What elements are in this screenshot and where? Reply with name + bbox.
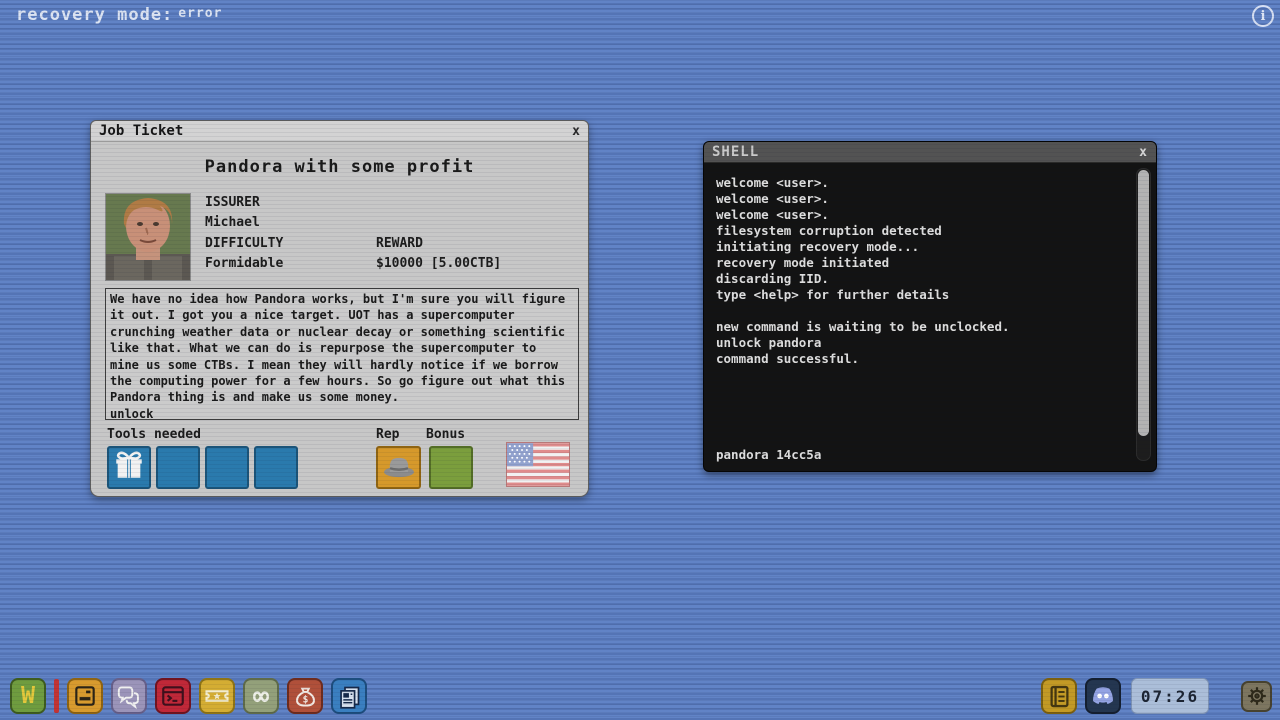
- gear-icon: [1245, 684, 1269, 708]
- shell-line: filesystem corruption detected: [716, 223, 1144, 239]
- job-description-box: We have no idea how Pandora works, but I…: [105, 288, 579, 420]
- news-app-button[interactable]: [331, 678, 367, 714]
- shell-line: welcome <user>.: [716, 207, 1144, 223]
- gift-icon: [112, 448, 146, 482]
- shell-scrollbar-thumb[interactable]: [1138, 170, 1149, 436]
- tool-slot-2: [156, 446, 200, 489]
- missions-app-button[interactable]: [199, 678, 235, 714]
- bonus-slot: [429, 446, 473, 489]
- bonus-label: Bonus: [426, 427, 465, 442]
- shell-line: [716, 303, 1144, 319]
- shell-line: type <help> for further details: [716, 287, 1144, 303]
- svg-text:$: $: [302, 694, 308, 705]
- notebook-app-button[interactable]: [1041, 678, 1077, 714]
- money-app-button[interactable]: $: [287, 678, 323, 714]
- avatar: [106, 194, 190, 280]
- clock-display: 07:26: [1131, 678, 1209, 714]
- news-icon: [336, 683, 363, 710]
- start-button[interactable]: W: [10, 678, 46, 714]
- shell-window: SHELL x welcome <user>.welcome <user>.we…: [703, 141, 1157, 472]
- discord-button[interactable]: [1085, 678, 1121, 714]
- job-heading: Pandora with some profit: [91, 157, 588, 177]
- job-ticket-title: Job Ticket: [99, 123, 183, 139]
- tools-needed-label: Tools needed: [107, 427, 201, 442]
- job-description: We have no idea how Pandora works, but I…: [110, 292, 565, 404]
- shell-close-icon[interactable]: x: [1139, 146, 1148, 159]
- notebook-icon: [1046, 683, 1073, 710]
- shell-output: welcome <user>.welcome <user>.welcome <u…: [704, 163, 1156, 471]
- shell-titlebar[interactable]: SHELL x: [704, 142, 1156, 163]
- infinity-app-button[interactable]: ∞: [243, 678, 279, 714]
- us-flag-icon: [506, 442, 570, 487]
- reward-value: $10000 [5.00CTB]: [376, 256, 501, 271]
- shell-line: command successful.: [716, 351, 1144, 367]
- taskbar-separator: [54, 679, 59, 713]
- shell-line: discarding IID.: [716, 271, 1144, 287]
- issuer-photo: [105, 193, 191, 281]
- recovery-mode-value: error: [178, 6, 222, 21]
- shell-line: welcome <user>.: [716, 175, 1144, 191]
- shell-line: welcome <user>.: [716, 191, 1144, 207]
- chat-app-button[interactable]: [111, 678, 147, 714]
- settings-button[interactable]: [1241, 681, 1272, 712]
- terminal-app-button[interactable]: [155, 678, 191, 714]
- drive-icon: [72, 683, 98, 709]
- w-icon: W: [21, 683, 35, 709]
- job-ticket-titlebar[interactable]: Job Ticket x: [91, 121, 588, 142]
- moneybag-icon: $: [292, 683, 319, 710]
- job-ticket-window: Job Ticket x Pandora with some profit IS…: [90, 120, 589, 497]
- difficulty-value: Formidable: [205, 256, 283, 271]
- reward-label: REWARD: [376, 236, 423, 251]
- shell-prompt[interactable]: pandora 14cc5a: [716, 447, 821, 462]
- rep-slot: [376, 446, 421, 489]
- job-description-command: unlock: [110, 407, 153, 420]
- rep-label: Rep: [376, 427, 399, 442]
- shell-line: new command is waiting to be unclocked.: [716, 319, 1144, 335]
- tool-slot-1: [107, 446, 151, 489]
- discord-icon: [1088, 681, 1118, 711]
- difficulty-label: DIFFICULTY: [205, 236, 283, 251]
- issuer-label: ISSURER: [205, 195, 260, 210]
- taskbar: W: [0, 670, 1280, 720]
- drive-app-button[interactable]: [67, 678, 103, 714]
- shell-line: initiating recovery mode...: [716, 239, 1144, 255]
- recovery-mode-status: recovery mode: error: [16, 5, 222, 25]
- hat-icon: [381, 448, 417, 484]
- shell-line: recovery mode initiated: [716, 255, 1144, 271]
- shell-scrollbar[interactable]: [1136, 168, 1151, 461]
- tool-slot-4: [254, 446, 298, 489]
- tool-slot-3: [205, 446, 249, 489]
- shell-title: SHELL: [712, 144, 759, 160]
- info-icon[interactable]: i: [1252, 5, 1274, 27]
- close-icon[interactable]: x: [572, 125, 580, 138]
- chat-icon: [116, 683, 143, 710]
- issuer-name: Michael: [205, 215, 260, 230]
- ticket-icon: [203, 682, 231, 710]
- recovery-mode-label: recovery mode:: [16, 5, 173, 25]
- terminal-icon: [160, 683, 186, 709]
- infinity-icon: ∞: [253, 683, 269, 710]
- shell-line: unlock pandora: [716, 335, 1144, 351]
